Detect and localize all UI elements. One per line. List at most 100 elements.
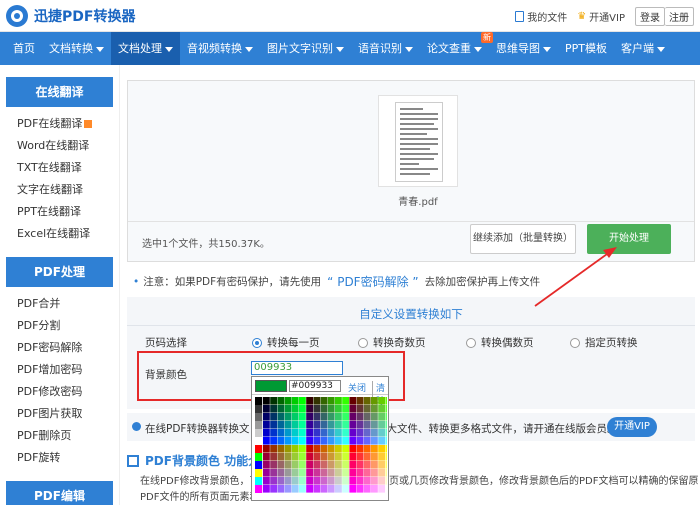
- picker-close-button[interactable]: 关闭: [348, 381, 366, 394]
- color-swatch: [306, 469, 313, 477]
- radio-even-pages[interactable]: 转换偶数页: [466, 335, 534, 350]
- color-swatch: [378, 453, 385, 461]
- sidebar-item[interactable]: 文字在线翻译: [0, 179, 119, 201]
- crown-icon: ♛: [577, 11, 587, 22]
- color-swatch: [363, 477, 371, 485]
- chevron-down-icon: [336, 46, 344, 52]
- color-picker-header: #009933 关闭 清除: [252, 377, 388, 407]
- color-swatch: [342, 413, 349, 421]
- nav-item-1[interactable]: 文档转换: [42, 32, 111, 65]
- sidebar-item[interactable]: PDF修改密码: [0, 381, 119, 403]
- color-swatch: [299, 445, 306, 453]
- sidebar-item[interactable]: PDF旋转: [0, 447, 119, 469]
- nav-item-8[interactable]: PPT模板: [558, 32, 614, 65]
- nav-item-6[interactable]: 论文查重新: [420, 32, 493, 65]
- start-process-button[interactable]: 开始处理: [587, 224, 671, 254]
- upload-area[interactable]: 青春.pdf 选中1个文件，共150.37K。 继续添加（批量转换） 开始处理: [127, 80, 695, 262]
- sidebar-item[interactable]: PDF图片获取: [0, 403, 119, 425]
- color-swatch: [291, 397, 299, 405]
- sidebar-item[interactable]: Excel在线翻译: [0, 223, 119, 245]
- color-swatch: [291, 453, 299, 461]
- color-swatches[interactable]: [255, 397, 393, 497]
- color-swatch: [356, 405, 364, 413]
- nav-item-3[interactable]: 音视频转换: [180, 32, 260, 65]
- color-swatch: [313, 397, 321, 405]
- logo[interactable]: 迅捷PDF转换器: [6, 5, 135, 27]
- hex-input[interactable]: #009933: [289, 380, 341, 392]
- color-swatch: [327, 413, 335, 421]
- color-swatch: [299, 469, 306, 477]
- sidebar-item[interactable]: PPT在线翻译: [0, 201, 119, 223]
- my-files-link[interactable]: 我的文件: [515, 9, 567, 24]
- sidebar-section-title[interactable]: PDF编辑: [6, 481, 113, 505]
- file-thumbnail[interactable]: [378, 95, 458, 187]
- sidebar-item[interactable]: PDF合并: [0, 293, 119, 315]
- auth-buttons: 登录 注册: [635, 7, 694, 26]
- color-swatch: [320, 413, 328, 421]
- login-button[interactable]: 登录: [635, 7, 665, 26]
- vip-link[interactable]: ♛ 开通VIP: [577, 9, 625, 24]
- main-nav: 首页 文档转换 文档处理 音视频转换 图片文字识别 语音识别 论文查重新思维导图 PPT模板 客…: [0, 32, 700, 65]
- chevron-down-icon: [165, 46, 173, 52]
- nav-item-2[interactable]: 文档处理: [111, 32, 180, 65]
- radio-specified-pages[interactable]: 指定页转换: [570, 335, 638, 350]
- text-line: [400, 113, 438, 115]
- color-swatch: [327, 405, 335, 413]
- color-swatch: [363, 413, 371, 421]
- sidebar-item[interactable]: PDF密码解除: [0, 337, 119, 359]
- color-swatch: [385, 413, 393, 421]
- sidebar-item-label: PDF修改密码: [17, 385, 83, 398]
- color-swatch: [291, 461, 299, 469]
- color-swatch: [327, 429, 335, 437]
- register-button[interactable]: 注册: [665, 7, 694, 26]
- color-swatch: [284, 453, 292, 461]
- radio-icon: [570, 337, 580, 348]
- color-swatch: [284, 421, 292, 429]
- radio-every-page[interactable]: 转换每一页: [252, 335, 320, 350]
- color-swatch: [255, 469, 263, 477]
- color-swatch: [385, 437, 393, 445]
- color-swatch: [270, 405, 277, 413]
- nav-item-5[interactable]: 语音识别: [351, 32, 420, 65]
- text-line: [400, 143, 438, 145]
- color-swatch: [299, 405, 306, 413]
- nav-item-0[interactable]: 首页: [6, 32, 42, 65]
- nav-item-4[interactable]: 图片文字识别: [260, 32, 351, 65]
- color-swatch: [327, 397, 335, 405]
- color-swatch: [349, 405, 357, 413]
- sidebar-item[interactable]: PDF在线翻译: [0, 113, 119, 135]
- radio-odd-pages[interactable]: 转换奇数页: [358, 335, 426, 350]
- pdf-unlock-link[interactable]: “ PDF密码解除 ”: [327, 273, 418, 290]
- color-swatch: [291, 445, 299, 453]
- color-swatch: [299, 461, 306, 469]
- color-swatch: [363, 429, 371, 437]
- color-swatch: [356, 477, 364, 485]
- nav-label: 思维导图: [496, 42, 540, 55]
- sidebar-item[interactable]: PDF增加密码: [0, 359, 119, 381]
- continue-add-button[interactable]: 继续添加（批量转换）: [470, 224, 576, 254]
- sidebar-item[interactable]: Word在线翻译: [0, 135, 119, 157]
- color-swatch: [378, 429, 385, 437]
- nav-item-9[interactable]: 客户端: [614, 32, 672, 65]
- color-swatch: [306, 461, 313, 469]
- sidebar-section-title[interactable]: PDF处理: [6, 257, 113, 287]
- color-swatch: [342, 477, 349, 485]
- color-swatch: [342, 453, 349, 461]
- color-swatch: [270, 397, 277, 405]
- nav-item-7[interactable]: 思维导图: [489, 32, 558, 65]
- color-picker-popup[interactable]: #009933 关闭 清除: [251, 376, 393, 501]
- color-swatch: [371, 437, 378, 445]
- color-swatch: [299, 437, 306, 445]
- sidebar-item[interactable]: PDF删除页: [0, 425, 119, 447]
- color-grid[interactable]: [255, 397, 393, 500]
- text-line: [400, 163, 419, 165]
- open-vip-button[interactable]: 开通VIP: [607, 417, 657, 437]
- sidebar-item[interactable]: TXT在线翻译: [0, 157, 119, 179]
- color-swatch: [327, 437, 335, 445]
- color-swatch: [356, 461, 364, 469]
- color-swatch: [371, 445, 378, 453]
- sidebar-section-title[interactable]: 在线翻译: [6, 77, 113, 107]
- sidebar-item[interactable]: PDF分割: [0, 315, 119, 337]
- nav-label: 语音识别: [358, 42, 402, 55]
- text-line: [400, 133, 427, 135]
